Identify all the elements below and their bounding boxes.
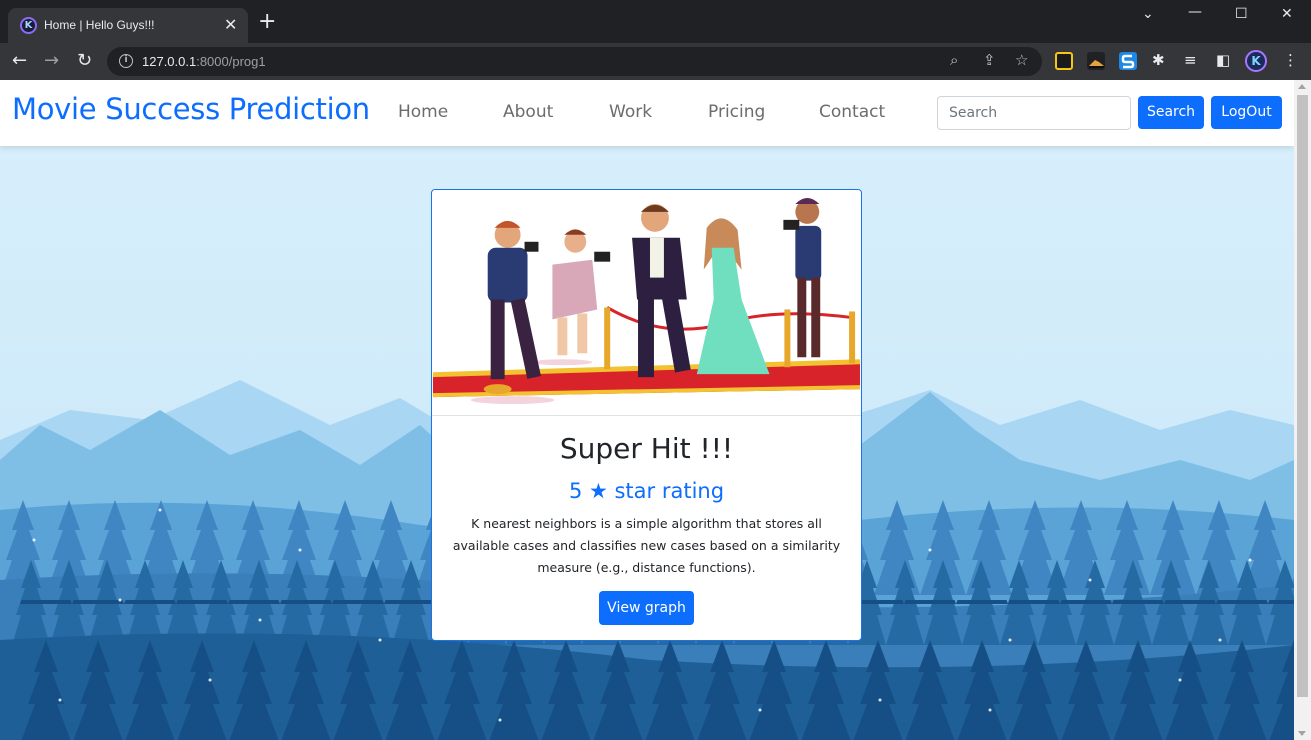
minimize-icon[interactable]: — (1188, 4, 1202, 20)
search-input[interactable] (937, 96, 1131, 130)
s-logo-icon (1121, 54, 1135, 69)
view-graph-button[interactable]: View graph (599, 591, 694, 625)
reload-icon[interactable]: ↻ (77, 50, 92, 71)
share-icon[interactable]: ⇪ (983, 51, 996, 69)
red-carpet-illustration (432, 190, 861, 416)
maximize-icon[interactable]: ☐ (1235, 6, 1248, 22)
info-icon[interactable]: i (119, 54, 133, 68)
browser-toolbar: ← → ↻ i 127.0.0.1:8000/prog1 ⌕ ⇪ ☆ ✱ ≡ ◧… (0, 43, 1311, 80)
tab-search-icon[interactable]: ⌄ (1142, 6, 1154, 22)
search-button[interactable]: Search (1138, 96, 1204, 129)
nav-link-work[interactable]: Work (609, 102, 652, 122)
menu-kebab-icon[interactable]: ⋮ (1283, 51, 1298, 69)
forward-icon[interactable]: → (44, 50, 59, 71)
logout-button[interactable]: LogOut (1211, 96, 1282, 129)
scroll-up-arrow-icon[interactable] (1298, 84, 1306, 89)
browser-tab[interactable]: K Home | Hello Guys!!! ✕ (8, 8, 248, 43)
puzzle-icon[interactable]: ✱ (1152, 51, 1165, 69)
side-panel-icon[interactable]: ◧ (1216, 51, 1230, 69)
bookmark-star-icon[interactable]: ☆ (1015, 51, 1028, 69)
prediction-title: Super Hit !!! (559, 432, 734, 465)
site-favicon-icon: K (20, 17, 37, 34)
nav-link-home[interactable]: Home (398, 102, 448, 122)
tab-strip: K Home | Hello Guys!!! ✕ + ⌄ — ☐ ✕ (0, 0, 1311, 43)
extension-3-icon[interactable] (1119, 52, 1137, 70)
address-bar[interactable]: i 127.0.0.1:8000/prog1 ⌕ ⇪ ☆ (107, 47, 1042, 76)
extension-1-icon[interactable] (1055, 52, 1073, 70)
back-icon[interactable]: ← (12, 50, 27, 71)
prediction-card: Super Hit !!! 5 ★ star rating K nearest … (431, 189, 862, 641)
nav-link-pricing[interactable]: Pricing (708, 102, 765, 122)
reading-list-icon[interactable]: ≡ (1184, 51, 1197, 69)
card-description: K nearest neighbors is a simple algorith… (452, 516, 841, 575)
new-tab-icon[interactable]: + (258, 11, 276, 33)
page-viewport: Movie Success Prediction Home About Work… (0, 80, 1294, 740)
tab-close-icon[interactable]: ✕ (224, 15, 237, 34)
nav-link-contact[interactable]: Contact (819, 102, 885, 122)
site-navbar: Movie Success Prediction Home About Work… (0, 80, 1294, 146)
brand-logo[interactable]: Movie Success Prediction (12, 92, 370, 126)
nav-link-about[interactable]: About (503, 102, 553, 122)
scroll-down-arrow-icon[interactable] (1298, 731, 1306, 736)
cat-icon (1089, 60, 1104, 68)
scroll-thumb[interactable] (1297, 95, 1308, 697)
window-close-icon[interactable]: ✕ (1281, 6, 1293, 22)
profile-avatar[interactable]: K (1245, 50, 1267, 72)
zoom-icon[interactable]: ⌕ (950, 51, 958, 69)
url-text: 127.0.0.1:8000/prog1 (142, 54, 266, 69)
star-rating: 5 ★ star rating (568, 479, 725, 503)
tab-title: Home | Hello Guys!!! (44, 18, 155, 32)
extension-2-icon[interactable] (1087, 52, 1105, 70)
page-scrollbar[interactable] (1294, 80, 1311, 740)
